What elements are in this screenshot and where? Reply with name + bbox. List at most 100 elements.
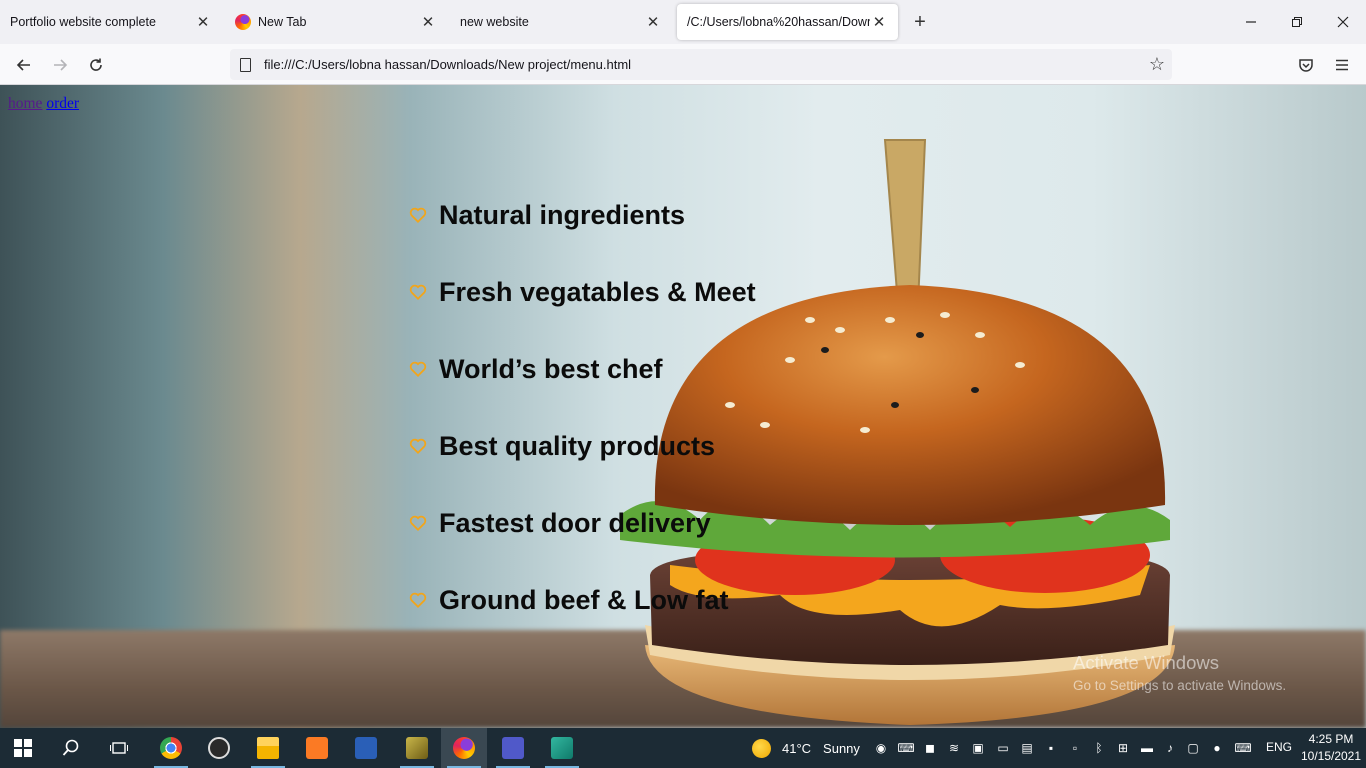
file-explorer-icon — [257, 737, 279, 759]
close-icon[interactable]: ✕ — [870, 13, 888, 31]
close-icon[interactable]: ✕ — [419, 13, 437, 31]
close-icon[interactable]: ✕ — [644, 13, 662, 31]
volume-icon[interactable]: ♪ — [1161, 739, 1179, 757]
restore-button[interactable] — [1274, 8, 1320, 36]
tab-portfolio[interactable]: Portfolio website complete ✕ — [0, 4, 222, 40]
feature-text: Fastest door delivery — [439, 507, 711, 538]
taskbar-media-app[interactable] — [394, 728, 440, 768]
url-text[interactable]: file:///C:/Users/lobna hassan/Downloads/… — [264, 57, 1142, 72]
heart-icon — [409, 207, 427, 224]
input-tray-icon[interactable]: ⌨ — [897, 739, 915, 757]
search-icon — [62, 739, 79, 756]
feature-item: Best quality products — [409, 426, 929, 466]
taskbar-teams[interactable] — [490, 728, 536, 768]
feature-text: Natural ingredients — [439, 199, 686, 230]
feature-item: Fastest door delivery — [409, 503, 929, 543]
wifi-icon[interactable]: ≋ — [945, 739, 963, 757]
microphone-icon[interactable]: ● — [1208, 739, 1226, 757]
teams-icon — [502, 737, 524, 759]
windows-start-icon — [14, 739, 32, 757]
search-button[interactable] — [48, 728, 94, 768]
weather-widget[interactable]: 41°C Sunny — [752, 728, 860, 768]
usb-tray-icon[interactable]: ⊞ — [1114, 739, 1132, 757]
tab-title: New Tab — [258, 15, 307, 29]
watermark-subtitle: Go to Settings to activate Windows. — [1073, 678, 1287, 693]
taskbar-file-explorer[interactable] — [245, 728, 291, 768]
pocket-icon — [1299, 59, 1313, 72]
feature-text: World’s best chef — [439, 353, 663, 384]
clock-date: 10/15/2021 — [1300, 749, 1362, 763]
firefox-icon — [235, 14, 251, 30]
powershell-icon — [355, 737, 377, 759]
reload-button[interactable] — [81, 50, 111, 80]
pocket-button[interactable] — [1291, 50, 1321, 80]
taskbar: 41°C Sunny ◉ ⌨ ◼ ≋ ▣ ▭ ▤ ▪ ▫ ᛒ ⊞ ▬ ♪ ▢ ●… — [0, 728, 1366, 768]
taskbar-obs[interactable] — [196, 728, 242, 768]
back-button[interactable] — [9, 50, 39, 80]
feature-text: Best quality products — [439, 430, 716, 461]
taskbar-chrome[interactable] — [148, 728, 194, 768]
heart-icon — [409, 361, 427, 378]
heart-icon — [409, 284, 427, 301]
feature-item: World’s best chef — [409, 349, 929, 389]
taskbar-vscode[interactable] — [539, 728, 585, 768]
network-tray-icon[interactable]: ▣ — [969, 739, 987, 757]
tab-strip: Portfolio website complete ✕ New Tab ✕ n… — [0, 0, 1366, 44]
address-bar[interactable]: file:///C:/Users/lobna hassan/Downloads/… — [230, 49, 1172, 80]
battery-icon[interactable]: ▬ — [1138, 739, 1156, 757]
close-icon — [1337, 16, 1349, 28]
watermark-title: Activate Windows — [1073, 652, 1219, 673]
forward-arrow-icon — [54, 59, 68, 71]
tab-menu-page[interactable]: /C:/Users/lobna%20hassan/Downlo ✕ — [677, 4, 898, 40]
system-clock[interactable]: 4:25 PM 10/15/2021 — [1300, 731, 1362, 765]
language-indicator[interactable]: ENG — [1266, 740, 1292, 754]
page-viewport: home order Natural ingredients Fresh veg… — [0, 85, 1366, 728]
close-icon[interactable]: ✕ — [194, 13, 212, 31]
activation-watermark: Activate Windows Go to Settings to activ… — [1073, 652, 1286, 693]
obs-icon — [208, 737, 230, 759]
task-view-button[interactable] — [96, 728, 142, 768]
task-view-icon — [110, 742, 128, 754]
page-icon — [230, 57, 260, 72]
feature-text: Fresh vegatables & Meet — [439, 276, 756, 307]
bluetooth-icon[interactable]: ᛒ — [1090, 739, 1108, 757]
tab-new-website[interactable]: new website ✕ — [450, 4, 672, 40]
lav-tray-icon[interactable]: ▪ — [1042, 739, 1060, 757]
tab-title: /C:/Users/lobna%20hassan/Downlo — [687, 15, 870, 29]
xampp-tray-icon[interactable]: ▫ — [1066, 739, 1084, 757]
taskbar-xampp[interactable] — [294, 728, 340, 768]
new-tab-button[interactable]: + — [908, 10, 932, 34]
weather-condition: Sunny — [823, 740, 860, 756]
tab-title: Portfolio website complete — [10, 15, 156, 29]
notification-tray-icon[interactable]: ◼ — [921, 739, 939, 757]
heart-icon — [409, 438, 427, 455]
order-link[interactable]: order — [46, 95, 79, 112]
obs-tray-icon[interactable]: ◉ — [872, 739, 890, 757]
start-button[interactable] — [0, 728, 46, 768]
xampp-icon — [306, 737, 328, 759]
taskbar-firefox[interactable] — [441, 728, 487, 768]
screen-tray-icon[interactable]: ▢ — [1184, 739, 1202, 757]
app-tray-icon[interactable]: ▤ — [1018, 739, 1036, 757]
back-arrow-icon — [16, 59, 30, 71]
heart-icon — [409, 592, 427, 609]
feature-text: Ground beef & Low fat — [439, 584, 729, 615]
tab-new-tab[interactable]: New Tab ✕ — [225, 4, 447, 40]
home-link[interactable]: home — [8, 95, 42, 112]
feature-item: Natural ingredients — [409, 195, 929, 235]
keyboard-icon[interactable]: ⌨ — [1234, 739, 1252, 757]
display-tray-icon[interactable]: ▭ — [994, 739, 1012, 757]
feature-item: Fresh vegatables & Meet — [409, 272, 929, 312]
bookmark-star-icon[interactable]: ☆ — [1142, 54, 1172, 75]
clock-time: 4:25 PM — [1308, 732, 1354, 746]
taskbar-powershell[interactable] — [343, 728, 389, 768]
navigation-toolbar: file:///C:/Users/lobna hassan/Downloads/… — [0, 44, 1366, 85]
minimize-button[interactable] — [1228, 8, 1274, 36]
firefox-icon — [453, 737, 475, 759]
reload-icon — [90, 58, 102, 71]
app-menu-button[interactable] — [1327, 50, 1357, 80]
forward-button[interactable] — [45, 50, 75, 80]
tab-title: new website — [460, 15, 529, 29]
close-window-button[interactable] — [1320, 8, 1366, 36]
hamburger-menu-icon — [1336, 59, 1348, 71]
